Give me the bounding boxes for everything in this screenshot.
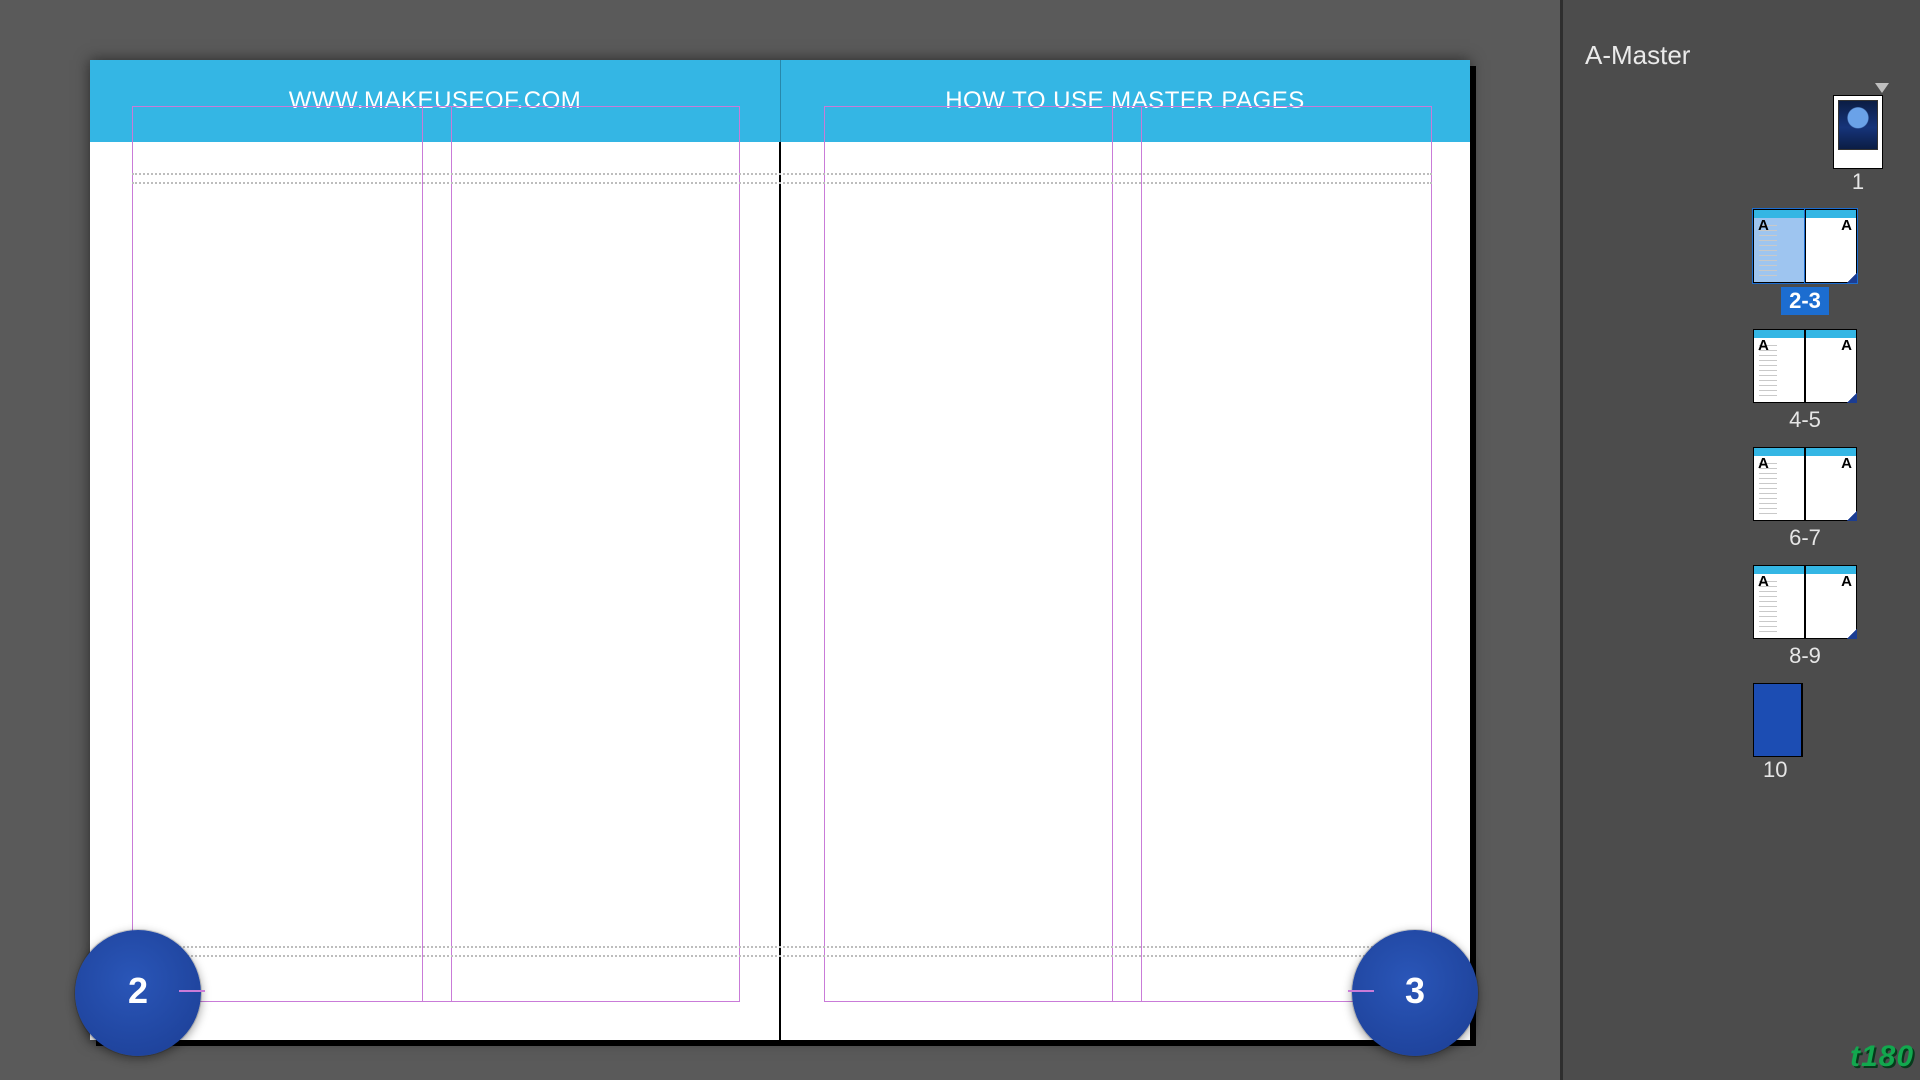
applied-master-letter: A (1841, 573, 1852, 590)
page-thumb-6-7[interactable]: A A 6-7 (1713, 447, 1920, 551)
watermark-logo: t180 (1850, 1040, 1914, 1074)
guide-tick (179, 990, 205, 992)
guide-tick (1348, 990, 1374, 992)
spine-guide-top (780, 60, 781, 142)
page-thumb-2-3[interactable]: A A 2-3 (1713, 209, 1920, 315)
page-label: 2-3 (1753, 287, 1857, 315)
page-corner-icon (1847, 511, 1857, 521)
applied-master-letter: A (1841, 455, 1852, 472)
page-label: 4-5 (1753, 407, 1857, 433)
section-marker-icon (1875, 83, 1889, 93)
page-corner-icon (1847, 273, 1857, 283)
spread-8-9[interactable]: A A (1753, 565, 1857, 639)
thumb-page-9[interactable]: A (1805, 565, 1857, 639)
left-page-number-badge: 2 (75, 930, 201, 1056)
spread-6-7[interactable]: A A (1753, 447, 1857, 521)
page-corner-icon (1847, 393, 1857, 403)
page-thumb-1[interactable]: 1 (1713, 95, 1920, 195)
right-page-number-badge: 3 (1352, 930, 1478, 1056)
page-label: 6-7 (1753, 525, 1857, 551)
thumb-page-8[interactable]: A (1753, 565, 1805, 639)
thumb-page-5[interactable]: A (1805, 329, 1857, 403)
baseline-guide-top-b (132, 182, 1432, 184)
page-corner-icon (1847, 629, 1857, 639)
pages-thumbnail-list[interactable]: 1 A A 2-3 (1563, 95, 1920, 1080)
applied-master-letter: A (1758, 455, 1769, 472)
pages-panel[interactable]: A-Master 1 A A (1560, 0, 1920, 1080)
left-page-column-guide (422, 106, 452, 1002)
applied-master-letter: A (1841, 337, 1852, 354)
thumb-page-2[interactable]: A (1753, 209, 1805, 283)
applied-master-letter: A (1758, 337, 1769, 354)
page-label: 1 (1833, 169, 1883, 195)
thumb-page-1[interactable] (1833, 95, 1883, 169)
thumb-page-10[interactable] (1753, 683, 1803, 757)
applied-master-letter: A (1758, 217, 1769, 234)
page-thumb-4-5[interactable]: A A 4-5 (1713, 329, 1920, 433)
spread-2-3[interactable]: A A (1753, 209, 1857, 283)
document-spread[interactable]: WWW.MAKEUSEOF.COM HOW TO USE MASTER PAGE… (90, 60, 1470, 1040)
left-page-number: 2 (128, 970, 148, 1012)
thumb-page-7[interactable]: A (1805, 447, 1857, 521)
baseline-guide-bottom-a (132, 946, 1432, 948)
thumb-page-6[interactable]: A (1753, 447, 1805, 521)
thumb-content-preview (1838, 100, 1878, 150)
applied-master-letter: A (1758, 573, 1769, 590)
baseline-guide-bottom-b (132, 955, 1432, 957)
right-page-column-guide (1112, 106, 1142, 1002)
master-page-name[interactable]: A-Master (1585, 40, 1690, 71)
thumb-page-3[interactable]: A (1805, 209, 1857, 283)
baseline-guide-top-a (132, 173, 1432, 175)
page-label: 8-9 (1753, 643, 1857, 669)
right-page-number: 3 (1405, 970, 1425, 1012)
spread-4-5[interactable]: A A (1753, 329, 1857, 403)
page-thumb-10[interactable]: 10 (1713, 683, 1920, 783)
thumb-page-4[interactable]: A (1753, 329, 1805, 403)
applied-master-letter: A (1841, 217, 1852, 234)
page-thumb-8-9[interactable]: A A 8-9 (1713, 565, 1920, 669)
page-label-selected: 2-3 (1781, 287, 1829, 315)
page-label: 10 (1753, 757, 1803, 783)
spine-guide (779, 142, 781, 1040)
